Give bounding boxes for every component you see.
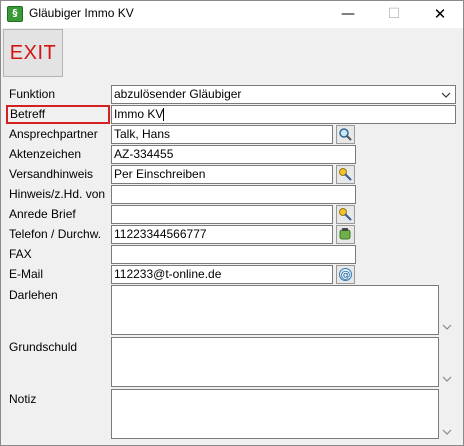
aktenzeichen-value: AZ-334455 [114,147,174,161]
anrede-input[interactable] [111,205,333,224]
darlehen-scroll-down-icon[interactable] [441,323,453,333]
telefon-label: Telefon / Durchw. [9,227,102,241]
ansprechpartner-label: Ansprechpartner [9,127,98,141]
betreff-label: Betreff [6,105,110,124]
maximize-button[interactable]: ☐ [371,1,417,28]
notiz-scroll-down-icon[interactable] [441,428,453,438]
window-title: Gläubiger Immo KV [29,6,134,20]
close-button[interactable]: ✕ [417,1,463,28]
svg-text:@: @ [341,270,351,281]
title-bar: § Gläubiger Immo KV — ☐ ✕ [1,1,463,28]
funktion-label: Funktion [9,87,56,101]
aktenzeichen-label: Aktenzeichen [9,147,82,161]
hinweis-input[interactable] [111,185,356,204]
anrede-lookup-button[interactable] [336,205,355,224]
search-icon [337,128,354,146]
email-value: 112233@t-online.de [114,267,222,281]
grundschuld-textarea[interactable] [111,337,439,387]
darlehen-label: Darlehen [9,288,58,302]
funktion-value: abzulösender Gläubiger [114,87,242,101]
phone-icon [337,228,354,246]
versandhinweis-lookup-button[interactable] [336,165,355,184]
fax-label: FAX [9,247,32,261]
fax-input[interactable] [111,245,356,264]
versandhinweis-label: Versandhinweis [9,167,94,181]
text-cursor [163,108,164,121]
email-send-button[interactable]: @ [336,265,355,284]
notiz-label: Notiz [9,392,37,406]
email-label: E-Mail [9,267,44,281]
hinweis-label: Hinweis/z.Hd. von [9,187,106,201]
telefon-dial-button[interactable] [336,225,355,244]
ansprechpartner-input[interactable]: Talk, Hans [111,125,333,144]
anrede-label: Anrede Brief [9,207,76,221]
exit-button[interactable]: EXIT [3,29,63,77]
email-input[interactable]: 112233@t-online.de [111,265,333,284]
key-icon [337,208,354,226]
key-icon [337,168,354,186]
telefon-input[interactable]: 11223344566777 [111,225,333,244]
at-icon: @ [337,268,354,286]
notiz-textarea[interactable] [111,389,439,439]
versandhinweis-input[interactable]: Per Einschreiben [111,165,333,184]
aktenzeichen-input[interactable]: AZ-334455 [111,145,356,164]
minimize-button[interactable]: — [325,1,371,28]
grundschuld-scroll-down-icon[interactable] [441,375,453,385]
ansprechpartner-search-button[interactable] [336,125,355,144]
darlehen-textarea[interactable] [111,285,439,335]
app-icon: § [7,6,23,22]
funktion-select[interactable]: abzulösender Gläubiger [111,85,456,104]
chevron-down-icon[interactable] [441,86,451,103]
ansprechpartner-value: Talk, Hans [114,127,171,141]
betreff-value: Immo KV [114,107,164,121]
grundschuld-label: Grundschuld [9,340,78,354]
telefon-value: 11223344566777 [114,227,207,241]
dialog-window: § Gläubiger Immo KV — ☐ ✕ EXIT Funktion … [0,0,464,446]
versandhinweis-value: Per Einschreiben [114,167,206,181]
